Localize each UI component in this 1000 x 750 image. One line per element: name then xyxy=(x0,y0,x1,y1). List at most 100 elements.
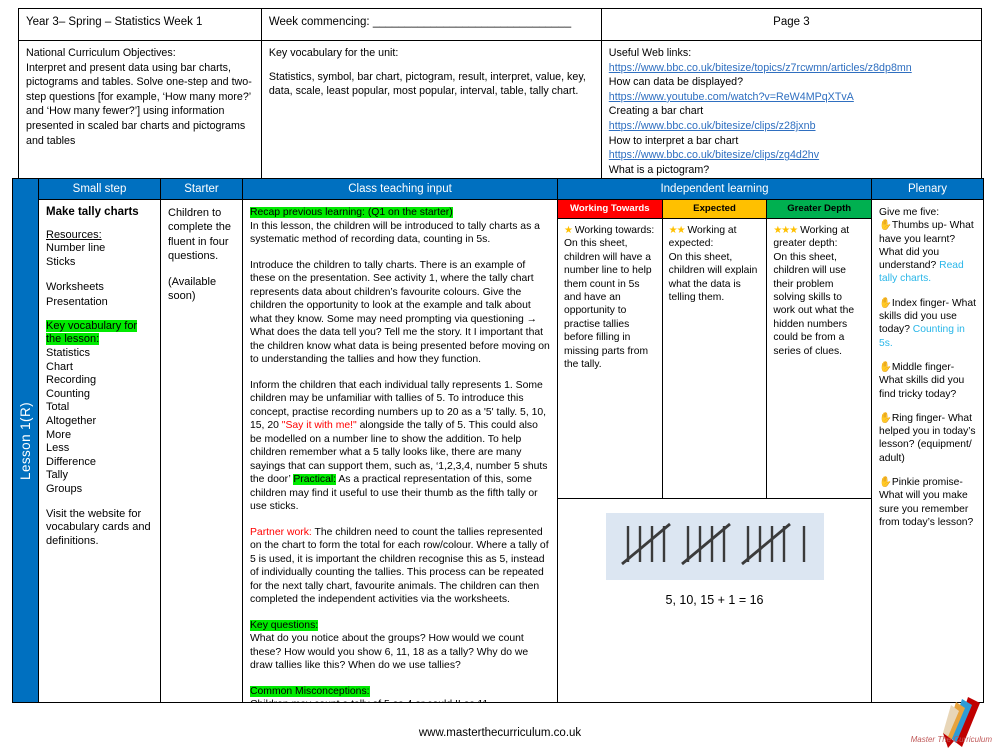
column-small-step: Small step Make tally charts Resources: … xyxy=(39,179,161,702)
tally-calculation-caption: 5, 10, 15 + 1 = 16 xyxy=(665,593,764,607)
small-step-title: Make tally charts xyxy=(46,206,139,218)
inform-text-a: Inform the children that each individual… xyxy=(250,379,543,418)
web-link-label-1: How can data be displayed? xyxy=(608,76,744,89)
header-week-cell: Week commencing: _______________________… xyxy=(260,8,602,41)
column-header-plenary: Plenary xyxy=(872,179,983,200)
introduce-paragraph: Introduce the children to tally charts. … xyxy=(250,259,550,366)
hand-icon: ✋ xyxy=(879,412,892,424)
lesson-number-label: Lesson 1(R) xyxy=(18,401,33,480)
recap-paragraph: Recap previous learning: (Q1 on the star… xyxy=(250,206,551,247)
attainment-band-bodies: ★ Working towards: On this sheet, childr… xyxy=(558,219,871,499)
vocab-item: More xyxy=(46,428,72,441)
resource-item: Worksheets xyxy=(46,281,104,294)
key-questions-body: What do you notice about the groups? How… xyxy=(250,633,529,671)
resource-item: Number line xyxy=(46,242,106,254)
misconceptions-paragraph: Common Misconceptions: Children may coun… xyxy=(250,685,551,702)
band-body-expected: ★★ Working at expected: On this sheet, c… xyxy=(663,219,768,498)
vocab-item: Less xyxy=(46,442,70,455)
plenary-item-5: ✋Pinkie promise- What will you make sure… xyxy=(879,476,977,529)
web-link-label-4: What is a pictogram? xyxy=(608,163,710,176)
hand-icon: ✋ xyxy=(879,220,892,232)
say-it-with-me: "Say it with me!" xyxy=(281,420,357,431)
recap-body: In this lesson, the children will be int… xyxy=(250,220,540,246)
web-link-4[interactable]: https://www.bbc.co.uk/bitesize/clips/zg4… xyxy=(609,148,974,163)
objectives-cell: National Curriculum Objectives: Interpre… xyxy=(18,39,262,184)
starter-availability-note: (Available soon) xyxy=(168,275,217,303)
key-questions-heading: Key questions: xyxy=(250,619,319,631)
column-teaching-input: Class teaching input Recap previous lear… xyxy=(243,179,558,702)
star-icon: ★★★ xyxy=(773,225,798,236)
partner-work-body: The children need to count the tallies r… xyxy=(250,526,549,606)
lesson-grid: Lesson 1(R) Small step Make tally charts… xyxy=(12,178,984,703)
plenary-intro-block: Give me five: ✋Thumbs up- What have you … xyxy=(879,206,977,286)
band-body-text: On this sheet, children will use their p… xyxy=(773,251,855,357)
band-header-greater-depth: Greater Depth xyxy=(767,200,872,218)
partner-work-label: Partner work: xyxy=(250,526,312,538)
logo-wordmark: Master The Curriculum xyxy=(910,735,992,744)
vocab-item: Altogether xyxy=(46,414,97,427)
vocab-item: Recording xyxy=(46,374,97,387)
hand-icon: ✋ xyxy=(879,361,892,373)
recap-heading: Recap previous learning: (Q1 on the star… xyxy=(250,207,453,218)
starter-text: Children to complete the fluent in four … xyxy=(168,207,231,263)
column-header-small-step: Small step xyxy=(39,179,160,200)
small-step-body: Make tally charts Resources: Number line… xyxy=(39,200,160,702)
column-header-independent: Independent learning xyxy=(558,179,871,200)
footer-website-url: www.masterthecurriculum.co.uk xyxy=(418,727,582,739)
web-link-1[interactable]: https://www.bbc.co.uk/bitesize/topics/z7… xyxy=(609,61,974,76)
band-header-working-towards: Working Towards xyxy=(558,200,663,218)
header-row: Year 3– Spring – Statistics Week 1 Week … xyxy=(18,8,983,41)
tally-marks-icon xyxy=(620,522,805,566)
vocab-item: Chart xyxy=(46,360,73,373)
column-header-starter: Starter xyxy=(161,179,242,200)
band-header-expected: Expected xyxy=(662,200,768,218)
attainment-band-headers: Working Towards Expected Greater Depth xyxy=(558,200,872,219)
plenary-finger-3: Middle finger- xyxy=(891,361,955,373)
practical-label: Practical: xyxy=(293,474,337,485)
page-number-text: Page 3 xyxy=(773,16,810,28)
header-info-table: Year 3– Spring – Statistics Week 1 Week … xyxy=(18,8,983,184)
star-icon: ★ xyxy=(564,225,573,236)
key-questions-paragraph: Key questions: What do you notice about … xyxy=(250,619,551,673)
week-commencing-text: Week commencing: _______________________… xyxy=(268,16,572,28)
plenary-finger-1: Thumbs up- xyxy=(891,220,947,232)
vocab-item: Tally xyxy=(46,469,69,482)
column-header-teaching: Class teaching input xyxy=(243,179,557,200)
plenary-item-3: ✋Middle finger- What skills did you find… xyxy=(879,361,977,401)
band-body-working-towards: ★ Working towards: On this sheet, childr… xyxy=(558,219,663,498)
lesson-vocab-heading: Key vocabulary for the lesson: xyxy=(46,319,138,346)
header-page-cell: Page 3 xyxy=(600,8,983,41)
year-term-text: Year 3– Spring – Statistics Week 1 xyxy=(26,16,203,28)
web-link-label-3: How to interpret a bar chart xyxy=(608,134,739,147)
misconceptions-body: Children may count a tally of 5 as 4 or … xyxy=(250,699,491,702)
vocabulary-unit-cell: Key vocabulary for the unit: Statistics,… xyxy=(260,39,602,184)
band-body-text: On this sheet, children will explain wha… xyxy=(668,251,758,304)
vocab-item: Statistics xyxy=(46,347,91,359)
hand-icon: ✋ xyxy=(879,297,892,309)
lesson-number-tab: Lesson 1(R) xyxy=(13,179,39,702)
star-icon: ★★ xyxy=(668,225,686,236)
resource-item: Sticks xyxy=(46,256,76,269)
web-link-2[interactable]: https://www.youtube.com/watch?v=ReW4MPqX… xyxy=(609,90,974,105)
info-row: National Curriculum Objectives: Interpre… xyxy=(18,39,983,184)
web-link-3[interactable]: https://www.bbc.co.uk/bitesize/clips/z28… xyxy=(609,119,974,134)
plenary-finger-5: Pinkie promise- xyxy=(891,477,963,489)
plenary-item-2: ✋Index finger- What skills did you use t… xyxy=(879,297,977,350)
plenary-intro: Give me five: xyxy=(879,207,940,218)
resource-item: Presentation xyxy=(46,295,108,308)
resources-heading: Resources: xyxy=(46,229,102,241)
vocabulary-unit-text: Statistics, symbol, bar chart, pictogram… xyxy=(268,70,586,98)
visit-website-note: Visit the website for vocabulary cards a… xyxy=(46,507,151,548)
plenary-question-3: What skills did you find tricky today? xyxy=(879,375,965,400)
vocab-item: Groups xyxy=(46,482,83,495)
vocab-item: Total xyxy=(46,401,70,414)
vocab-item: Counting xyxy=(46,387,91,400)
plenary-finger-2: Index finger- xyxy=(891,297,950,309)
misconceptions-heading: Common Misconceptions: xyxy=(250,685,370,697)
web-links-cell: Useful Web links: https://www.bbc.co.uk/… xyxy=(600,39,983,184)
hand-icon: ✋ xyxy=(879,477,892,489)
web-links-title: Useful Web links: xyxy=(608,47,692,59)
header-year-term-cell: Year 3– Spring – Statistics Week 1 xyxy=(18,8,262,41)
plenary-finger-4: Ring finger- xyxy=(891,412,946,424)
lesson-plan-page: Year 3– Spring – Statistics Week 1 Week … xyxy=(0,0,1000,750)
